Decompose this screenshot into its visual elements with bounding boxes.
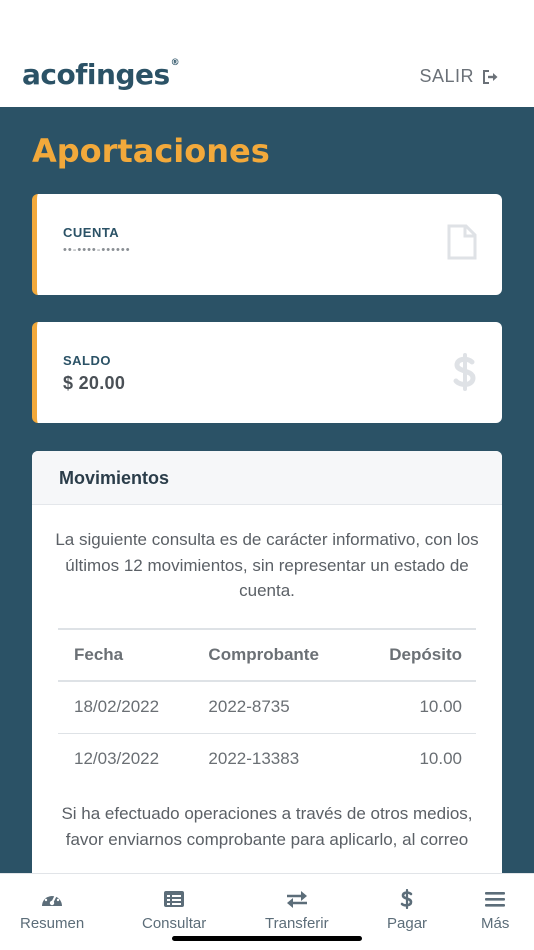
movements-notice: La siguiente consulta es de carácter inf…: [55, 530, 479, 600]
nav-transferir[interactable]: Transferir: [265, 889, 329, 932]
movements-title: Movimientos: [32, 451, 502, 505]
row-date: 18/02/2022: [58, 680, 193, 733]
row-date: 12/03/2022: [58, 732, 193, 785]
page-title: Aportaciones: [32, 132, 270, 170]
speedometer-icon: [42, 894, 63, 906]
list-icon: [164, 891, 185, 907]
document-icon: [447, 224, 477, 260]
nav-consultar-label: Consultar: [142, 915, 207, 932]
nav-mas-label: Más: [481, 915, 510, 932]
top-bar: acofinges® SALIR: [0, 0, 534, 107]
row-deposit: 10.00: [360, 732, 476, 785]
logout-button[interactable]: SALIR: [419, 66, 500, 87]
column-deposit: Depósito: [360, 628, 476, 682]
nav-transferir-label: Transferir: [265, 915, 329, 932]
home-indicator: [172, 936, 362, 941]
logout-label: SALIR: [419, 66, 474, 86]
app-logo: acofinges®: [22, 58, 180, 91]
balance-label: SALDO: [63, 353, 111, 368]
sign-out-icon: [483, 69, 498, 84]
balance-amount: $ 20.00: [63, 373, 126, 393]
dollar-icon: [400, 889, 413, 909]
exchange-icon: [286, 891, 307, 908]
nav-pagar[interactable]: Pagar: [387, 889, 427, 932]
account-label: CUENTA: [63, 225, 120, 240]
nav-mas[interactable]: Más: [481, 889, 509, 932]
nav-resumen[interactable]: Resumen: [20, 889, 84, 932]
account-card[interactable]: CUENTA ••-••••-••••••: [32, 194, 502, 295]
nav-consultar[interactable]: Consultar: [142, 889, 206, 932]
row-receipt: 2022-13383: [192, 732, 361, 785]
table-header-row: Fecha Comprobante Depósito: [58, 628, 476, 682]
movements-table: Fecha Comprobante Depósito 18/02/2022 20…: [58, 628, 476, 785]
dollar-icon: [453, 353, 476, 391]
row-receipt: 2022-8735: [192, 680, 361, 733]
column-receipt: Comprobante: [192, 628, 361, 682]
column-date: Fecha: [58, 628, 193, 682]
nav-resumen-label: Resumen: [20, 915, 85, 932]
menu-icon: [485, 892, 506, 907]
balance-card[interactable]: SALDO $ 20.00: [32, 322, 502, 423]
table-row: 12/03/2022 2022-13383 10.00: [58, 732, 476, 785]
movements-footer-note: Si ha efectuado operaciones a través de …: [61, 804, 473, 849]
row-deposit: 10.00: [360, 680, 476, 733]
table-row: 18/02/2022 2022-8735 10.00: [58, 680, 476, 733]
nav-pagar-label: Pagar: [387, 915, 428, 932]
account-number: ••-••••-••••••: [63, 244, 131, 256]
